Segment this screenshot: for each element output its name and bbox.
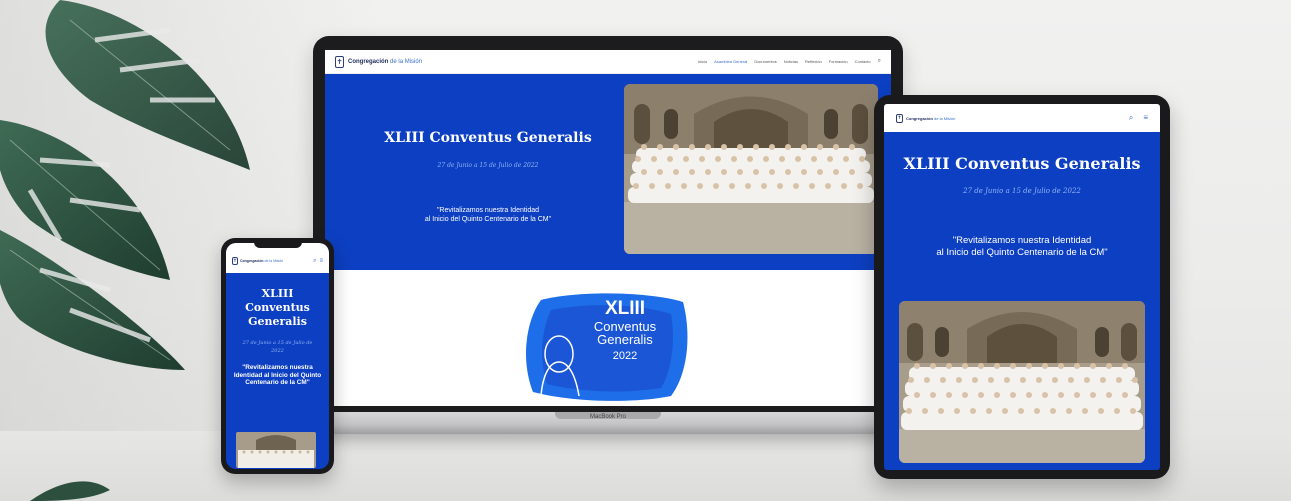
nav-item-asamblea[interactable]: Asamblea General — [714, 59, 747, 64]
hero-title: XLIII Conventus Generalis — [384, 130, 592, 146]
nav-item-contacto[interactable]: Contacto — [855, 59, 871, 64]
main-nav: Inicio Asamblea General Documentos Notic… — [698, 58, 881, 65]
tablet-quote-line-2: al Inicio del Quinto Centenario de la CM… — [936, 247, 1108, 258]
tablet-site-logo[interactable]: Congregación de la Misión — [906, 116, 955, 121]
phone-logo-sub: de la Misión — [264, 259, 284, 263]
badge-text: XLIII Conventus Generalis 2022 — [580, 298, 670, 363]
badge-line-3: Generalis — [597, 332, 653, 347]
cross-logo-icon[interactable]: ✝ — [232, 257, 238, 265]
badge-year: 2022 — [612, 350, 638, 362]
tablet-quote-line-1: "Revitalizamos nuestra Identidad — [952, 235, 1092, 246]
badge-line-1: XLIII — [604, 298, 646, 319]
search-icon[interactable]: ⌕ — [878, 58, 881, 65]
tablet-title: XLIII Conventus Generalis — [903, 154, 1141, 173]
cross-logo-icon[interactable]: ✝ — [335, 55, 344, 68]
phone-title: XLIII Conventus Generalis — [226, 287, 329, 329]
hero-section: XLIII Conventus Generalis 27 de Junio a … — [325, 74, 891, 270]
tablet-header-icons: ⌕ ≡ — [1129, 113, 1148, 123]
site-logo[interactable]: Congregación de la Misión — [348, 59, 422, 65]
menu-icon[interactable]: ≡ — [1143, 113, 1148, 123]
phone-title-line-3: Generalis — [248, 315, 307, 328]
tablet-logo-main: Congregación — [906, 115, 933, 121]
phone-notch — [254, 241, 302, 248]
site-header: ✝ Congregación de la Misión Inicio Asamb… — [325, 50, 891, 74]
cross-logo-icon[interactable]: ✝ — [896, 113, 903, 123]
phone-dates: 27 de Junio a 15 de Julio de 2022 — [242, 340, 313, 354]
laptop-screen: ✝ Congregación de la Misión Inicio Asamb… — [325, 50, 891, 406]
phone-group-photo — [236, 432, 316, 468]
nav-item-reflexion[interactable]: Reflexión — [805, 59, 822, 64]
search-icon[interactable]: ⌕ — [1129, 113, 1133, 123]
logo-sub-text: de la Misión — [390, 58, 423, 65]
phone-quote: "Revitalizamos nuestra Identidad al Inic… — [233, 364, 322, 387]
phone-title-line-1: XLIII — [261, 287, 294, 300]
search-icon[interactable]: ⌕ — [313, 258, 316, 265]
tablet-quote: "Revitalizamos nuestra Identidad al Inic… — [884, 235, 1160, 259]
phone-header-icons: ⌕ ≡ — [313, 258, 323, 265]
tablet-header: ✝ Congregación de la Misión ⌕ ≡ — [884, 104, 1160, 132]
tablet-dates: 27 de Junio a 15 de Julio de 2022 — [963, 187, 1081, 195]
nav-item-documentos[interactable]: Documentos — [754, 59, 776, 64]
hero-quote-line-1: "Revitalizamos nuestra Identidad — [436, 207, 540, 214]
logo-main-text: Congregación — [348, 58, 389, 65]
logo-section: XLIII Conventus Generalis 2022 — [325, 270, 891, 406]
hero-quote: "Revitalizamos nuestra Identidad al Inic… — [343, 206, 633, 224]
tablet-logo-sub: de la Misión — [934, 115, 956, 121]
hero-group-photo — [624, 84, 878, 254]
phone-logo-main: Congregación — [240, 259, 264, 263]
nav-item-inicio[interactable]: Inicio — [698, 59, 707, 64]
hero-dates: 27 de Junio a 15 de Julio de 2022 — [437, 162, 539, 169]
tablet-group-photo — [899, 301, 1145, 463]
phone-title-line-2: Conventus — [245, 301, 310, 314]
menu-icon[interactable]: ≡ — [319, 258, 323, 265]
nav-item-noticias[interactable]: Noticias — [784, 59, 798, 64]
nav-item-formacion[interactable]: Formación — [829, 59, 848, 64]
hero-quote-line-2: al Inicio del Quinto Centenario de la CM… — [424, 216, 552, 223]
laptop-brand-label: MacBook Pro — [589, 414, 626, 420]
phone-site-logo[interactable]: Congregación de la Misión — [240, 259, 283, 263]
